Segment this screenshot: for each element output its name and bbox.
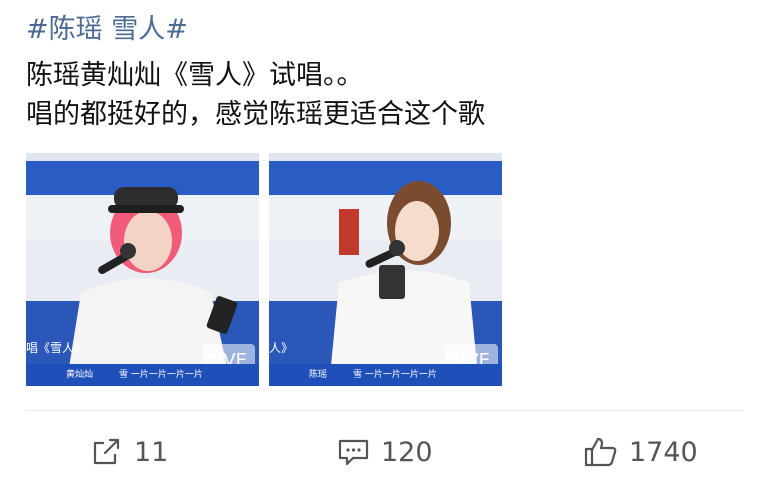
- ticker-lyrics: 雪 一片一片一片一片: [353, 370, 437, 380]
- stage-ticker: 陈瑶 雪 一片一片一片一片: [269, 364, 502, 386]
- share-icon: [93, 438, 120, 465]
- like-button[interactable]: 1740: [583, 432, 698, 472]
- live-photo-2[interactable]: 人》 LIVE 陈瑶雪 一片一片一片一片: [269, 153, 502, 386]
- comment-icon: [338, 439, 369, 466]
- ticker-singer-name: 陈瑶: [309, 370, 328, 380]
- like-count: 1740: [629, 436, 698, 468]
- share-button[interactable]: 11: [90, 432, 168, 472]
- post-text-line-2: 唱的都挺好的，感觉陈瑶更适合这个歌: [26, 99, 485, 130]
- post-text-line-1: 陈瑶黄灿灿《雪人》试唱。。: [26, 60, 364, 91]
- share-count: 11: [134, 436, 169, 468]
- photo-caption: 人》: [269, 341, 294, 355]
- stage-ticker: 黄灿灿 雪 一片一片一片一片: [26, 364, 259, 386]
- ticker-lyrics: 雪 一片一片一片一片: [119, 370, 203, 380]
- topic-hashtag[interactable]: #陈瑶 雪人#: [26, 12, 188, 48]
- photo-caption: 唱《雪人》: [26, 341, 87, 355]
- live-photo-1[interactable]: 唱《雪人》 LIVE 黄灿灿雪 一片一片一片一片: [26, 153, 259, 386]
- comment-button[interactable]: 120: [337, 432, 433, 472]
- ticker-singer-name: 黄灿灿: [66, 370, 94, 380]
- divider: [26, 410, 744, 411]
- comment-count: 120: [381, 436, 433, 468]
- thumbs-up-icon: [584, 437, 617, 467]
